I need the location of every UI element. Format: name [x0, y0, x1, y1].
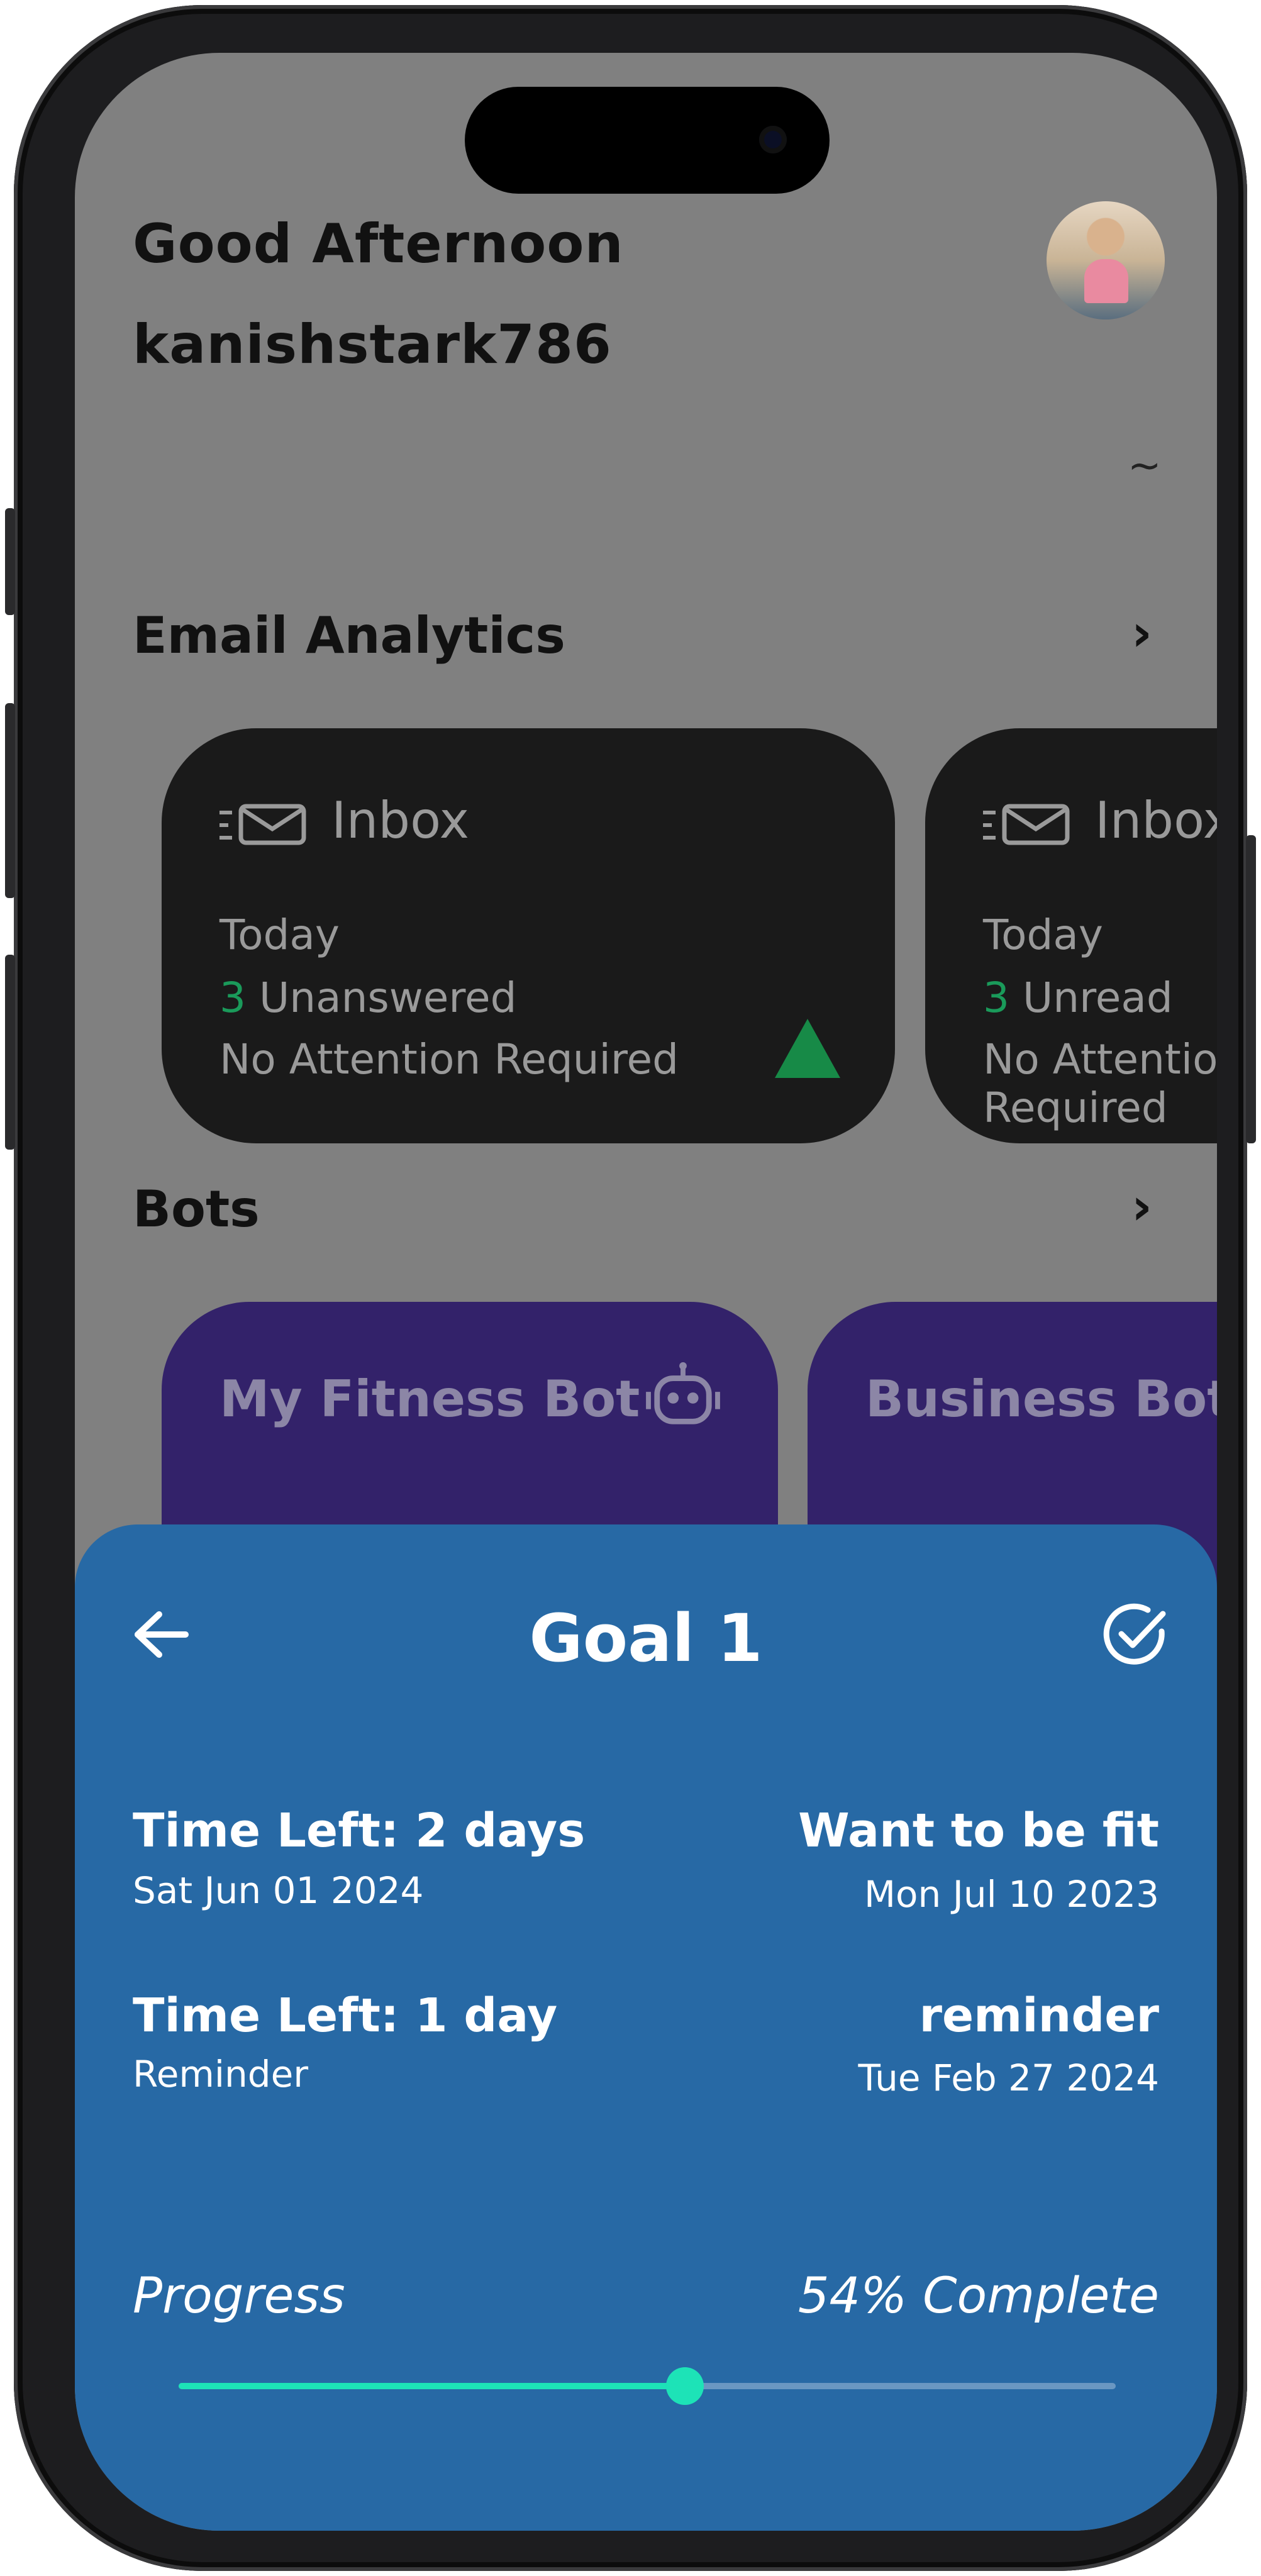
- card-metric: Unread: [1022, 974, 1173, 1022]
- card-metric: Unanswered: [258, 974, 517, 1022]
- row2-goal-date: Tue Feb 27 2024: [858, 2057, 1159, 2099]
- card-count: 3: [219, 974, 246, 1022]
- avatar[interactable]: [1047, 201, 1165, 319]
- card-period: Today: [219, 911, 340, 959]
- progress-slider[interactable]: [179, 2367, 1116, 2405]
- camera-icon: [759, 126, 787, 153]
- screen: Good Afternoon kanishstark786 ~ Email An…: [75, 53, 1217, 2531]
- sheet-title: Goal 1: [529, 1600, 763, 1677]
- power-button: [1246, 835, 1256, 1143]
- greeting-text: Good Afternoon: [133, 213, 624, 275]
- card-period: Today: [983, 911, 1103, 959]
- check-circle-icon[interactable]: [1100, 1600, 1169, 1669]
- progress-value: 54% Complete: [797, 2268, 1159, 2324]
- row2-time-left: Time Left: 1 day: [133, 1989, 558, 2043]
- volume-down-button: [5, 955, 15, 1150]
- bots-title: Bots: [133, 1180, 260, 1238]
- email-card-inbox-2[interactable]: Inbox Today 3 Unread No Attention Requir…: [925, 728, 1217, 1143]
- email-analytics-title: Email Analytics: [133, 606, 565, 665]
- card-status: No Attention Required: [219, 1035, 679, 1084]
- email-card-inbox-1[interactable]: Inbox Today 3 Unanswered No Attention Re…: [162, 728, 895, 1143]
- bots-chevron-icon[interactable]: ›: [1131, 1177, 1152, 1236]
- row2-goal: reminder: [919, 1989, 1160, 2043]
- row1-time-left: Time Left: 2 days: [133, 1804, 586, 1858]
- dynamic-island: [465, 87, 830, 194]
- bot-name: My Fitness Bot: [219, 1370, 640, 1428]
- robot-icon: [646, 1362, 720, 1424]
- action-button: [5, 508, 15, 615]
- email-analytics-chevron-icon[interactable]: ›: [1131, 604, 1152, 662]
- card-title: Inbox: [1095, 791, 1217, 850]
- progress-thumb[interactable]: [665, 2367, 704, 2405]
- progress-fill: [179, 2383, 685, 2389]
- row1-date: Sat Jun 01 2024: [133, 1869, 424, 1912]
- goal-bottom-sheet: Goal 1 Time Left: 2 days Sat Jun 01 2024…: [75, 1524, 1217, 2531]
- card-metric-line: 3 Unanswered: [219, 974, 517, 1022]
- phone-frame: Good Afternoon kanishstark786 ~ Email An…: [5, 5, 1256, 2571]
- avatar-figure: [1084, 259, 1128, 303]
- tilde-indicator: ~: [1128, 443, 1162, 489]
- username-text: kanishstark786: [133, 313, 612, 376]
- triangle-up-icon: [775, 1019, 840, 1078]
- row2-type: Reminder: [133, 2053, 309, 2096]
- card-metric-line: 3 Unread: [983, 974, 1173, 1022]
- card-status: No Attention Required: [983, 1035, 1217, 1132]
- card-title: Inbox: [331, 791, 469, 850]
- mail-icon: [983, 804, 1070, 845]
- card-count: 3: [983, 974, 1009, 1022]
- volume-up-button: [5, 703, 15, 898]
- row1-goal-date: Mon Jul 10 2023: [864, 1873, 1159, 1916]
- mail-icon: [219, 804, 306, 845]
- bot-name: Business Bot: [865, 1370, 1217, 1428]
- progress-label: Progress: [133, 2268, 345, 2324]
- row1-goal: Want to be fit: [798, 1804, 1159, 1858]
